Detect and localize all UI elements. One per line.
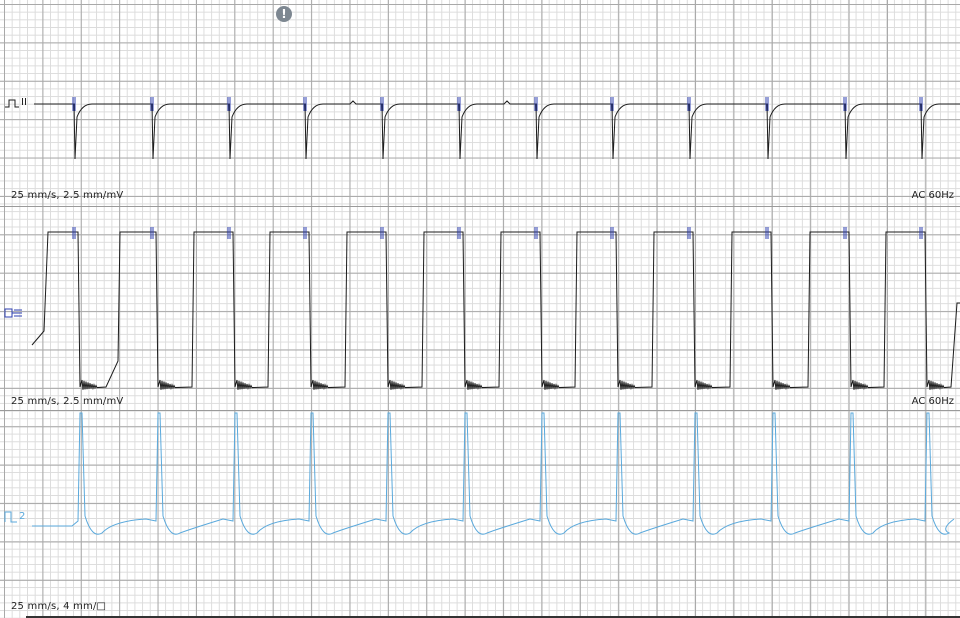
speed-gain-label: 25 mm/s, 2.5 mm/mV	[11, 396, 124, 407]
ecg-trace-lead-ii	[34, 97, 960, 160]
pressure-trace	[32, 412, 955, 535]
lead-label-ii[interactable]: II	[4, 98, 27, 108]
pressure-panel: 2 25 mm/s, 4 mm/□	[0, 410, 960, 617]
lead-ii-waveform	[34, 100, 960, 160]
lead-label-pressure[interactable]: 2	[4, 511, 25, 523]
lead-selector-icon	[4, 308, 22, 318]
ecg-panel-lead-ii: II 25 mm/s, 2.5 mm/mV AC 60Hz	[0, 0, 960, 206]
filter-label: AC 60Hz	[911, 190, 954, 201]
ecg-trace-lead-2	[31, 227, 960, 391]
lead-name: 2	[19, 511, 26, 522]
ecg-strip-viewer: ! II 25 mm/s, 2.5 mm/mV AC 60Hz 25 mm/s,…	[0, 0, 960, 618]
pressure-waveform	[32, 412, 955, 535]
pressure-channel-icon	[4, 511, 17, 523]
speed-gain-label: 25 mm/s, 4 mm/□	[11, 601, 107, 612]
speed-gain-label: 25 mm/s, 2.5 mm/mV	[11, 190, 124, 201]
filter-label: AC 60Hz	[911, 396, 954, 407]
lead-label-2[interactable]	[4, 307, 25, 319]
lead-name: II	[21, 97, 27, 108]
ecg-panel-lead-2: 25 mm/s, 2.5 mm/mV AC 60Hz	[0, 206, 960, 411]
pacing-square-icon	[5, 99, 19, 108]
lead-2-waveform	[31, 231, 960, 391]
